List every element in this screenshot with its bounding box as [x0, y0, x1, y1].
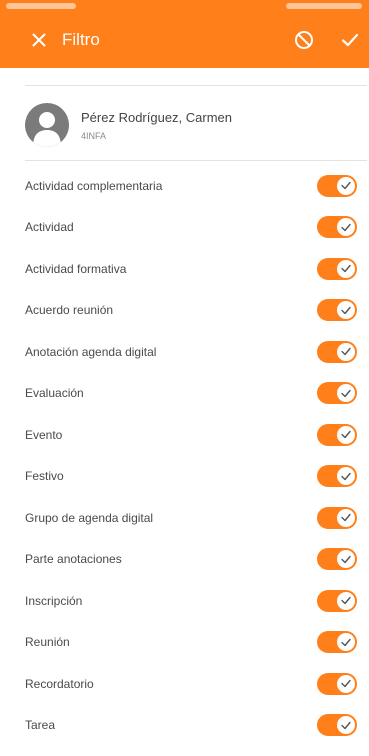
filter-toggle[interactable]: [317, 423, 357, 446]
toggle-knob: [337, 176, 355, 195]
filter-item: Recordatorio: [25, 663, 367, 705]
check-icon: [341, 721, 351, 729]
toggle-knob: [337, 384, 355, 403]
check-icon: [341, 638, 351, 646]
check-icon: [341, 306, 351, 314]
filter-item: Reunión: [25, 622, 367, 664]
status-bar: [0, 0, 369, 12]
filter-item: Parte anotaciones: [25, 539, 367, 581]
avatar: [25, 103, 69, 147]
filter-toggle[interactable]: [317, 216, 357, 239]
top-divider: [25, 85, 367, 86]
filter-toggle[interactable]: [317, 174, 357, 197]
filter-label: Inscripción: [25, 593, 83, 608]
check-icon: [341, 33, 359, 47]
status-icons-left: [6, 3, 76, 9]
filter-toggle[interactable]: [317, 465, 357, 488]
filter-item: Tarea: [25, 705, 367, 747]
filter-label: Actividad complementaria: [25, 178, 163, 193]
filter-label: Acuerdo reunión: [25, 303, 114, 318]
filter-item: Inscripción: [25, 580, 367, 622]
check-icon: [341, 597, 351, 605]
block-icon: [295, 31, 313, 49]
apply-filter-button[interactable]: [335, 25, 365, 55]
filter-label: Evento: [25, 427, 63, 442]
check-icon: [341, 555, 351, 563]
toggle-knob: [337, 425, 355, 444]
user-card: Pérez Rodríguez, Carmen 4INFA: [25, 98, 367, 152]
filter-label: Festivo: [25, 469, 64, 484]
filter-item: Actividad complementaria: [25, 165, 367, 207]
check-icon: [341, 431, 351, 439]
toggle-knob: [337, 550, 355, 569]
user-name: Pérez Rodríguez, Carmen: [81, 109, 233, 125]
close-icon: [32, 33, 46, 47]
filter-item: Actividad formativa: [25, 248, 367, 290]
check-icon: [341, 389, 351, 397]
toggle-knob: [337, 467, 355, 486]
toggle-knob: [337, 716, 355, 735]
filter-item: Evaluación: [25, 373, 367, 415]
filter-toggle[interactable]: [317, 631, 357, 654]
close-button[interactable]: [24, 25, 54, 55]
filter-label: Tarea: [25, 718, 56, 733]
toggle-knob: [337, 591, 355, 610]
check-icon: [341, 223, 351, 231]
filter-toggle[interactable]: [317, 548, 357, 571]
toggle-knob: [337, 674, 355, 693]
app-bar: Filtro: [0, 12, 369, 68]
filter-label: Actividad formativa: [25, 261, 127, 276]
toggle-knob: [337, 259, 355, 278]
check-icon: [341, 265, 351, 273]
status-icons-right: [286, 3, 362, 9]
filter-item: Festivo: [25, 456, 367, 498]
filter-label: Actividad: [25, 220, 74, 235]
person-icon: [33, 112, 61, 147]
filter-item: Acuerdo reunión: [25, 290, 367, 332]
filter-list: Actividad complementaria Actividad Activ…: [25, 165, 367, 746]
toggle-knob: [337, 633, 355, 652]
filter-toggle[interactable]: [317, 672, 357, 695]
filter-label: Parte anotaciones: [25, 552, 122, 567]
filter-item: Anotación agenda digital: [25, 331, 367, 373]
filter-label: Reunión: [25, 635, 70, 650]
filter-item: Evento: [25, 414, 367, 456]
toggle-knob: [337, 301, 355, 320]
check-icon: [341, 182, 351, 190]
user-group: 4INFA: [81, 130, 107, 141]
filter-item: Grupo de agenda digital: [25, 497, 367, 539]
toggle-knob: [337, 218, 355, 237]
filter-toggle[interactable]: [317, 506, 357, 529]
check-icon: [341, 514, 351, 522]
toggle-knob: [337, 342, 355, 361]
filter-toggle[interactable]: [317, 382, 357, 405]
filter-toggle[interactable]: [317, 340, 357, 363]
check-icon: [341, 472, 351, 480]
filter-toggle[interactable]: [317, 714, 357, 737]
filter-label: Recordatorio: [25, 676, 94, 691]
page-title: Filtro: [62, 30, 100, 49]
section-divider: [25, 160, 367, 161]
filter-toggle[interactable]: [317, 257, 357, 280]
filter-label: Evaluación: [25, 386, 84, 401]
check-icon: [341, 348, 351, 356]
filter-toggle[interactable]: [317, 299, 357, 322]
filter-label: Anotación agenda digital: [25, 344, 157, 359]
filter-item: Actividad: [25, 207, 367, 249]
check-icon: [341, 680, 351, 688]
filter-label: Grupo de agenda digital: [25, 510, 154, 525]
toggle-knob: [337, 508, 355, 527]
clear-filter-button[interactable]: [289, 25, 319, 55]
filter-toggle[interactable]: [317, 589, 357, 612]
